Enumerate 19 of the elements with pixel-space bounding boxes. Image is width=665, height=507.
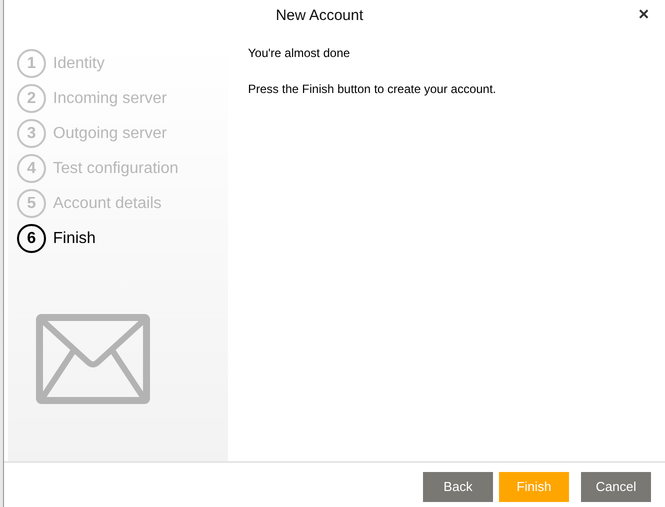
step-label: Test configuration [53, 158, 178, 178]
envelope-icon [36, 314, 150, 404]
close-button[interactable]: × [634, 5, 653, 23]
step-label: Identity [53, 54, 105, 74]
message: Press the Finish button to create your account. [248, 81, 498, 98]
step-label: Finish [53, 228, 96, 248]
step-number: 1 [17, 49, 46, 78]
step-number: 2 [17, 84, 46, 113]
heading: You're almost done [248, 45, 351, 62]
step-number: 4 [17, 154, 46, 183]
step-label: Incoming server [53, 88, 167, 108]
window-title: New Account [276, 6, 364, 26]
step-number: 3 [17, 119, 46, 148]
dialog-button[interactable]: Back [423, 472, 493, 502]
step-label: Account details [53, 194, 162, 214]
dialog-button[interactable]: Cancel [581, 472, 651, 502]
step-label: Outgoing server [53, 124, 167, 144]
step-number: 5 [17, 189, 46, 218]
step-number: 6 [17, 224, 46, 253]
